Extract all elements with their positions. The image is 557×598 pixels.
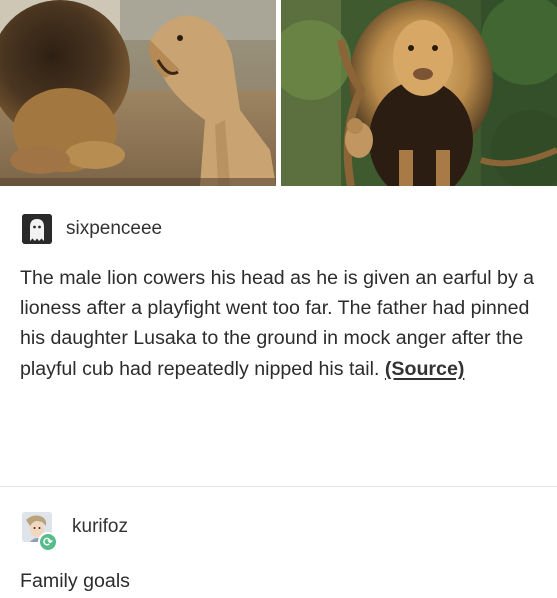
photo-lion-with-cub[interactable] [281,0,557,186]
post-body: The male lion cowers his head as he is g… [20,263,540,384]
ghost-icon [22,214,52,244]
reblog-text: Family goals [20,570,130,592]
reblog-header: ⟳ kurifoz [22,512,128,552]
reblog-username[interactable]: kurifoz [72,516,128,538]
photo-lion-and-lioness[interactable] [0,0,276,186]
post-header: sixpenceee [22,212,162,246]
photo-set [0,0,557,186]
post-username[interactable]: sixpenceee [66,218,162,240]
divider [0,486,557,487]
reblog-avatar[interactable]: ⟳ [22,512,58,552]
reblog-icon: ⟳ [38,532,58,552]
source-link[interactable]: (Source) [385,358,464,380]
avatar[interactable] [22,214,52,244]
